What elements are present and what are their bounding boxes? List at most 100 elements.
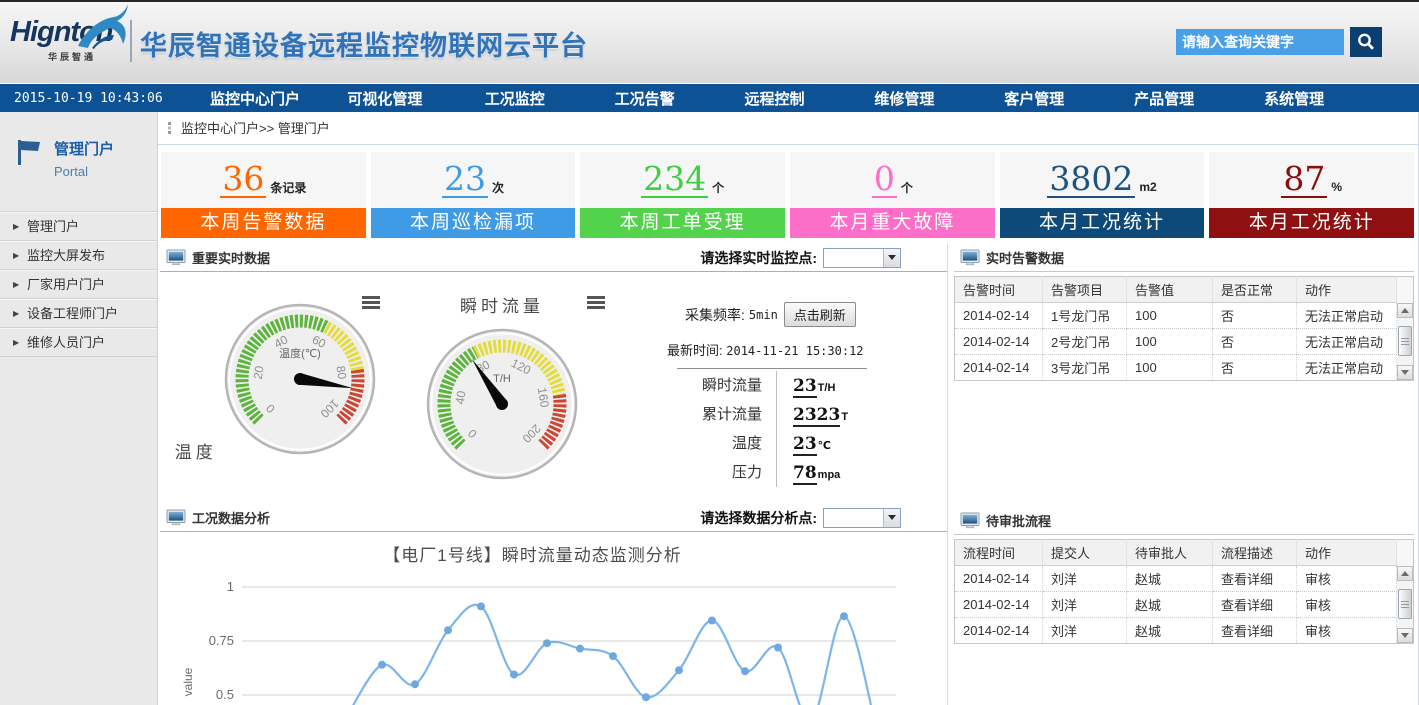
svg-text:温度(℃): 温度(℃) xyxy=(279,346,321,360)
panel-title: 重要实时数据 xyxy=(192,248,270,267)
chevron-down-icon xyxy=(888,515,896,520)
scroll-down-button[interactable] xyxy=(1397,365,1413,380)
search-button[interactable] xyxy=(1350,27,1382,57)
svg-text:value: value xyxy=(181,667,195,696)
reading-unit: T xyxy=(841,411,848,423)
stat-unit: 个 xyxy=(901,179,913,196)
portal-title: 管理门户 xyxy=(54,138,114,159)
scrollbar-thumb[interactable] xyxy=(1398,589,1412,619)
table-row[interactable]: 2014-02-14 1号龙门吊 100 否 无法正常启动 xyxy=(955,303,1414,329)
breadcrumb: 监控中心门户>> 管理门户 xyxy=(158,112,1418,145)
sidebar-item-device-engineer-portal[interactable]: ▶设备工程师门户 xyxy=(0,299,157,328)
panel-title: 待审批流程 xyxy=(986,511,1051,530)
stat-label[interactable]: 本月重大故障 xyxy=(790,208,995,238)
nav-item-condition-monitor[interactable]: 工况监控 xyxy=(450,88,580,109)
right-column: 实时告警数据 告警时间 告警项目 告警值 是否正常 动作 xyxy=(948,244,1418,705)
svg-text:0.5: 0.5 xyxy=(216,687,234,702)
nav-item-system-mgmt[interactable]: 系统管理 xyxy=(1229,88,1359,109)
audit-link[interactable]: 审核 xyxy=(1297,592,1397,618)
table-row[interactable]: 2014-02-14 刘洋 赵城 查看详细 审核 xyxy=(955,566,1414,592)
nav-item-condition-alarm[interactable]: 工况告警 xyxy=(580,88,710,109)
flag-icon xyxy=(16,138,42,166)
scrollbar-thumb[interactable] xyxy=(1398,326,1412,356)
table-row[interactable]: 2014-02-14 2号龙门吊 100 否 无法正常启动 xyxy=(955,329,1414,355)
view-detail-link[interactable]: 查看详细 xyxy=(1213,618,1297,644)
nav-item-customer-mgmt[interactable]: 客户管理 xyxy=(969,88,1099,109)
stat-label[interactable]: 本周告警数据 xyxy=(161,208,366,238)
scroll-up-button[interactable] xyxy=(1397,303,1413,318)
stat-label[interactable]: 本周巡检漏项 xyxy=(371,208,576,238)
table-scrollbar[interactable] xyxy=(1397,303,1413,381)
monitor-icon xyxy=(960,249,980,266)
nav-item-monitoring-center-portal[interactable]: 监控中心门户 xyxy=(190,88,320,109)
arrow-down-icon xyxy=(1401,370,1409,375)
realtime-panel-header: 重要实时数据 请选择实时监控点: xyxy=(160,244,947,272)
hamburger-menu-icon[interactable] xyxy=(587,296,605,309)
dropdown-button[interactable] xyxy=(883,509,900,527)
table-row[interactable]: 2014-02-14 刘洋 赵城 查看详细 审核 xyxy=(955,618,1414,644)
scrollbar-track[interactable] xyxy=(1397,581,1413,629)
reading-unit: ℃ xyxy=(818,440,831,452)
nav-item-remote-control[interactable]: 远程控制 xyxy=(710,88,840,109)
sidebar: 管理门户 Portal ▶管理门户 ▶监控大屏发布 ▶厂家用户门户 ▶设备工程师… xyxy=(0,112,158,705)
sidebar-item-factory-user-portal[interactable]: ▶厂家用户门户 xyxy=(0,270,157,299)
table-scrollbar[interactable] xyxy=(1397,566,1413,644)
reading-row: 温度23℃ xyxy=(667,429,925,458)
svg-text:0.75: 0.75 xyxy=(209,633,234,648)
clock: 2015-10-19 10:43:06 xyxy=(0,91,190,106)
stat-label[interactable]: 本周工单受理 xyxy=(580,208,785,238)
reading-row: 累计流量2323T xyxy=(667,400,925,429)
stat-card-monthly-condition-stats-area: 3802m2 本月工况统计 xyxy=(1000,152,1205,238)
stat-unit: % xyxy=(1331,180,1342,194)
analysis-point-select[interactable] xyxy=(823,508,901,528)
scroll-down-button[interactable] xyxy=(1397,628,1413,643)
reading-unit: mpa xyxy=(818,469,841,481)
stat-unit: 条记录 xyxy=(270,179,306,196)
view-detail-link[interactable]: 查看详细 xyxy=(1213,592,1297,618)
nav-item-visualization-mgmt[interactable]: 可视化管理 xyxy=(320,88,450,109)
svg-text:1: 1 xyxy=(227,579,234,594)
stat-card-monthly-major-faults: 0个 本月重大故障 xyxy=(790,152,995,238)
nav-item-maintenance-mgmt[interactable]: 维修管理 xyxy=(839,88,969,109)
monitor-icon xyxy=(166,249,186,266)
platform-title: 华辰智通设备远程监控物联网云平台 xyxy=(140,24,588,63)
line-chart-title: 【电厂1号线】瞬时流量动态监测分析 xyxy=(160,541,905,566)
stat-label[interactable]: 本月工况统计 xyxy=(1209,208,1414,238)
monitor-point-select[interactable] xyxy=(823,248,901,268)
temperature-gauge: 020406080100温度(℃) xyxy=(221,300,379,458)
stat-unit: m2 xyxy=(1139,180,1156,194)
table-row[interactable]: 2014-02-14 3号龙门吊 100 否 无法正常启动 xyxy=(955,355,1414,381)
alarm-table-header-row: 告警时间 告警项目 告警值 是否正常 动作 xyxy=(955,277,1414,303)
reading-value: 23 xyxy=(793,376,817,398)
arrow-right-icon: ▶ xyxy=(13,242,19,270)
portal-subtitle: Portal xyxy=(54,164,114,179)
audit-link[interactable]: 审核 xyxy=(1297,566,1397,592)
scroll-up-button[interactable] xyxy=(1397,566,1413,581)
stat-label[interactable]: 本月工况统计 xyxy=(1000,208,1205,238)
sidebar-item-bigscreen-publish[interactable]: ▶监控大屏发布 xyxy=(0,241,157,270)
view-detail-link[interactable]: 查看详细 xyxy=(1213,566,1297,592)
dropdown-button[interactable] xyxy=(883,249,900,267)
arrow-right-icon: ▶ xyxy=(13,213,19,241)
stat-unit: 个 xyxy=(712,179,724,196)
chevron-down-icon xyxy=(888,255,896,260)
gauge-title: 瞬时流量 xyxy=(460,297,544,316)
divider xyxy=(677,368,867,369)
stats-row: 36条记录 本周告警数据 23次 本周巡检漏项 234个 本周工单受理 0个 本… xyxy=(161,152,1414,238)
stat-value: 87 xyxy=(1281,162,1327,198)
audit-link[interactable]: 审核 xyxy=(1297,618,1397,644)
nav-item-product-mgmt[interactable]: 产品管理 xyxy=(1099,88,1229,109)
scrollbar-track[interactable] xyxy=(1397,318,1413,366)
refresh-button[interactable]: 点击刷新 xyxy=(784,302,856,327)
search-input[interactable] xyxy=(1176,29,1344,55)
freq-value: 5min xyxy=(749,308,778,322)
stat-unit: 次 xyxy=(492,179,504,196)
sidebar-item-admin-portal[interactable]: ▶管理门户 xyxy=(0,212,157,241)
sidebar-item-maintenance-staff-portal[interactable]: ▶维修人员门户 xyxy=(0,328,157,357)
table-row[interactable]: 2014-02-14 刘洋 赵城 查看详细 审核 xyxy=(955,592,1414,618)
hamburger-menu-icon[interactable] xyxy=(362,296,380,309)
alarm-table: 告警时间 告警项目 告警值 是否正常 动作 2014-02-14 xyxy=(954,276,1414,381)
stat-card-weekly-alarms: 36条记录 本周告警数据 xyxy=(161,152,366,238)
nav-menu: 监控中心门户 可视化管理 工况监控 工况告警 远程控制 维修管理 客户管理 产品… xyxy=(190,88,1419,109)
logo-subtext: 华辰智通 xyxy=(48,50,128,63)
